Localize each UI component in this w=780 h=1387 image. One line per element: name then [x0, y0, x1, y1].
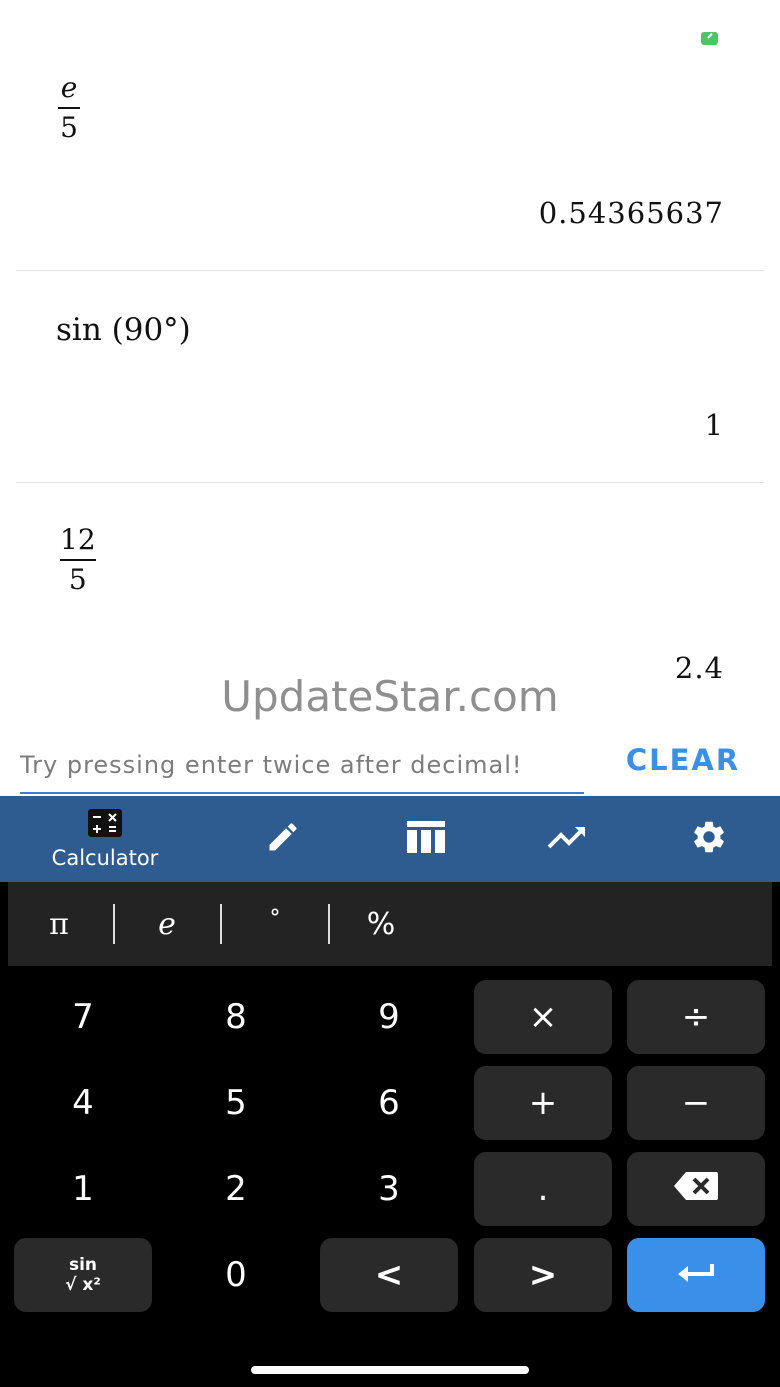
digit-4-key[interactable]: 4 — [14, 1066, 152, 1140]
digit-5-key[interactable]: 5 — [167, 1066, 305, 1140]
fraction-bar — [58, 107, 80, 109]
tab-calculator[interactable]: Calculator — [30, 796, 180, 882]
bottom-tab-bar: Calculator — [0, 796, 780, 882]
history-panel: e 5 0.54365637 sin (90°) 1 12 5 2.4 Upda… — [0, 0, 780, 796]
gear-icon — [690, 818, 728, 861]
fraction-denominator: 5 — [60, 111, 78, 144]
e-key[interactable]: e — [122, 882, 212, 966]
digit-3-key[interactable]: 3 — [320, 1152, 458, 1226]
history-result-2[interactable]: 1 — [705, 408, 724, 442]
fraction-numerator: 12 — [60, 523, 96, 556]
tab-graph[interactable] — [527, 796, 607, 882]
digit-8-key[interactable]: 8 — [167, 980, 305, 1054]
minus-key[interactable]: − — [627, 1066, 765, 1140]
functions-key-top: sin — [68, 1255, 98, 1275]
divider — [16, 482, 764, 483]
digit-0-key[interactable]: 0 — [167, 1238, 305, 1312]
digit-1-key[interactable]: 1 — [14, 1152, 152, 1226]
symbol-bar: π e ° % — [8, 882, 772, 966]
calculator-icon — [88, 808, 122, 842]
symbol-divider — [328, 904, 330, 944]
symbol-divider — [220, 904, 222, 944]
pencil-icon — [265, 819, 301, 860]
history-result-1[interactable]: 0.54365637 — [539, 196, 724, 230]
backspace-icon — [674, 1169, 718, 1209]
status-indicator-icon — [701, 32, 718, 45]
multiply-key[interactable]: × — [474, 980, 612, 1054]
input-row: CLEAR — [0, 730, 780, 796]
tab-table[interactable] — [386, 796, 466, 882]
backspace-key[interactable] — [627, 1152, 765, 1226]
fraction-bar — [60, 559, 96, 561]
digit-9-key[interactable]: 9 — [320, 980, 458, 1054]
pi-key[interactable]: π — [14, 882, 104, 966]
fraction-denominator: 5 — [68, 563, 87, 596]
decimal-key[interactable]: . — [474, 1152, 612, 1226]
tab-notes[interactable] — [243, 796, 323, 882]
divider — [16, 270, 764, 271]
history-expression-1[interactable]: e 5 — [58, 72, 80, 144]
functions-key-bottom: √ x² — [65, 1275, 101, 1295]
digit-7-key[interactable]: 7 — [14, 980, 152, 1054]
clear-button[interactable]: CLEAR — [608, 736, 758, 784]
symbol-divider — [113, 904, 115, 944]
cursor-right-key[interactable]: > — [474, 1238, 612, 1312]
degree-key[interactable]: ° — [230, 882, 320, 966]
tab-settings[interactable] — [669, 796, 749, 882]
divide-key[interactable]: ÷ — [627, 980, 765, 1054]
history-expression-2[interactable]: sin (90°) — [56, 312, 191, 348]
fraction-numerator: e — [60, 71, 78, 104]
trending-icon — [547, 825, 587, 854]
history-expression-3[interactable]: 12 5 — [60, 524, 96, 596]
digit-6-key[interactable]: 6 — [320, 1066, 458, 1140]
digit-2-key[interactable]: 2 — [167, 1152, 305, 1226]
enter-icon — [676, 1255, 716, 1295]
cursor-left-key[interactable]: < — [320, 1238, 458, 1312]
plus-key[interactable]: + — [474, 1066, 612, 1140]
percent-key[interactable]: % — [336, 882, 426, 966]
table-icon — [407, 820, 445, 858]
enter-key[interactable] — [627, 1238, 765, 1312]
functions-key[interactable]: sin √ x² — [14, 1238, 152, 1312]
tab-calculator-label: Calculator — [51, 845, 159, 870]
expression-input[interactable] — [20, 738, 584, 794]
home-indicator — [251, 1366, 529, 1374]
watermark: UpdateStar.com — [221, 672, 559, 721]
